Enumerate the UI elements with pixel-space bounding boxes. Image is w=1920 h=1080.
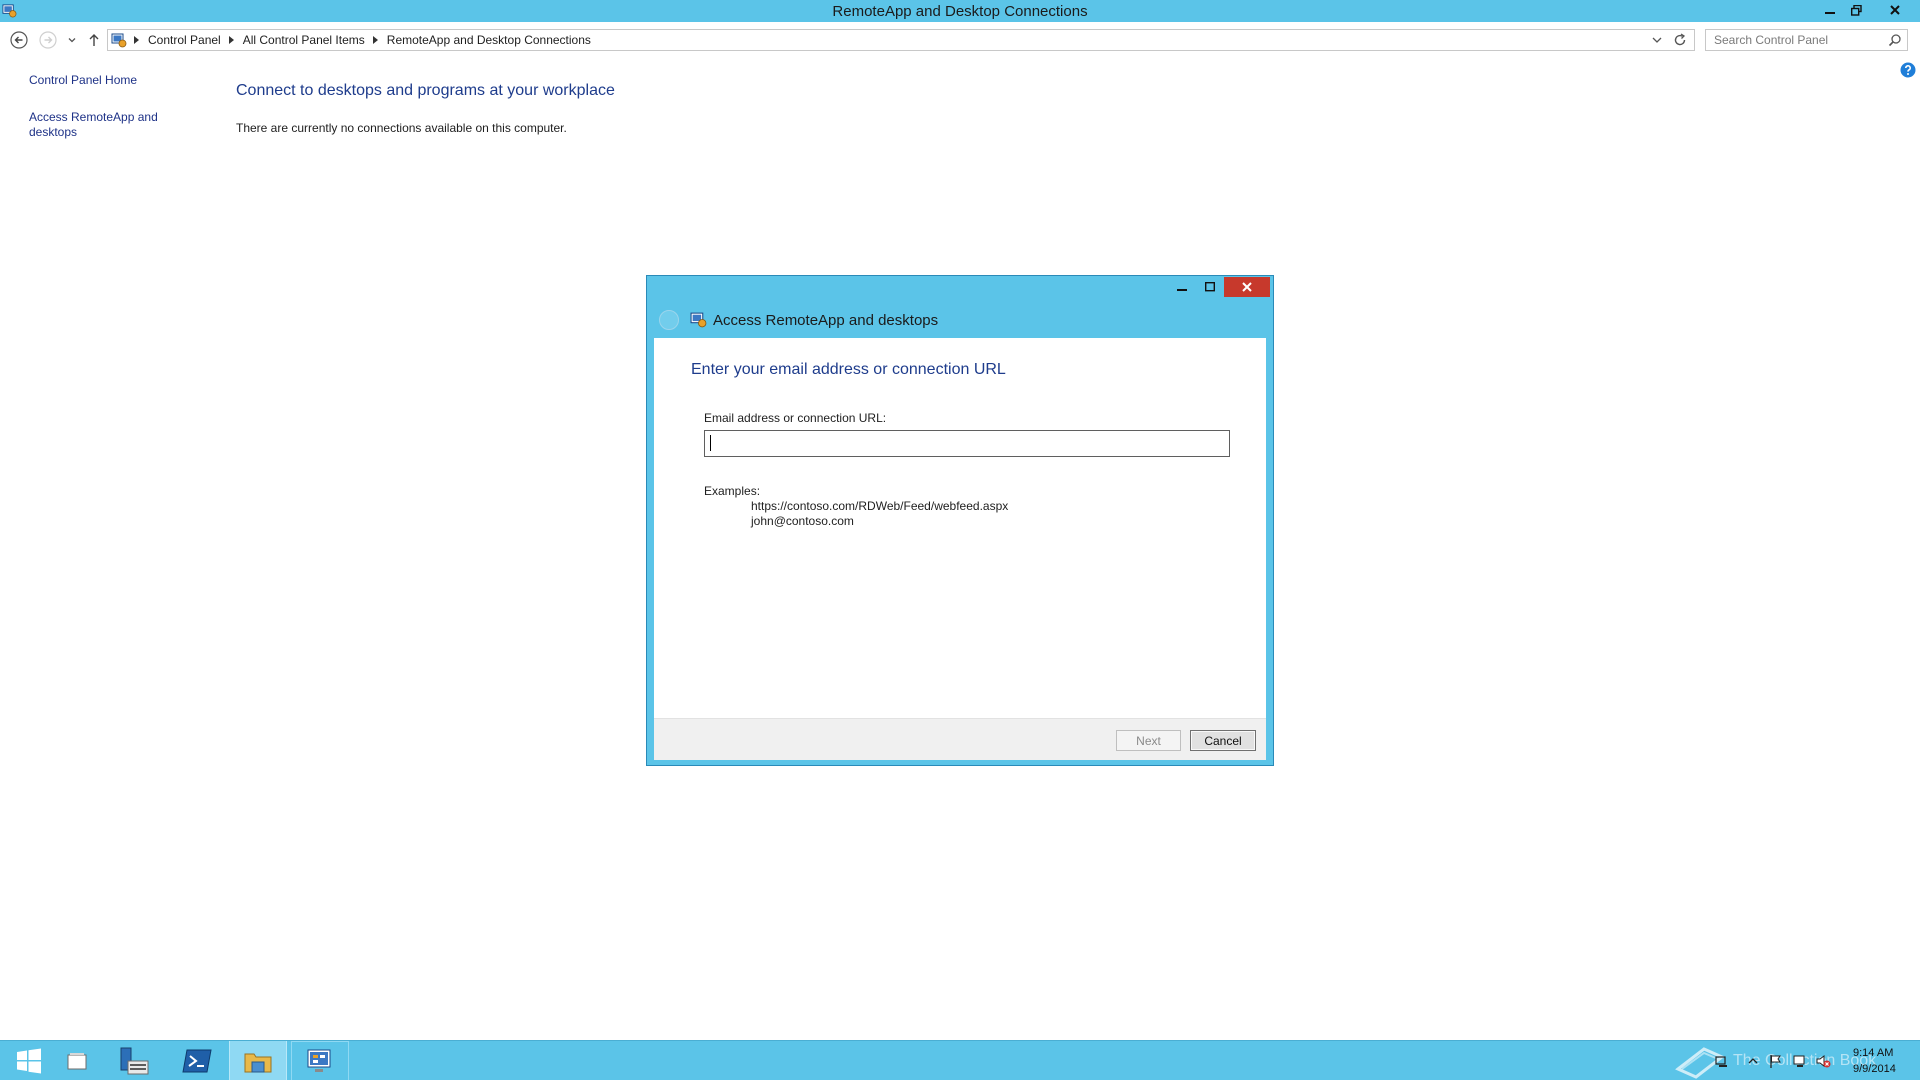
control-panel-icon [307, 1049, 331, 1072]
forward-button[interactable] [38, 30, 58, 50]
taskbar-task-view[interactable] [48, 1041, 106, 1080]
cancel-button[interactable]: Cancel [1190, 730, 1256, 751]
powershell-icon [182, 1049, 212, 1073]
windows-logo-icon [17, 1048, 41, 1074]
control-panel-home-link[interactable]: Control Panel Home [29, 73, 179, 88]
file-explorer-icon [67, 1053, 87, 1070]
up-button[interactable] [84, 30, 104, 50]
close-icon [1890, 5, 1900, 15]
email-url-input[interactable] [704, 430, 1230, 457]
chevron-down-icon[interactable] [1650, 33, 1664, 47]
maximize-icon [1204, 282, 1215, 292]
dialog-body: Enter your email address or connection U… [654, 338, 1266, 718]
address-bar[interactable]: Control Panel All Control Panel Items Re… [107, 29, 1695, 51]
examples-label: Examples: [704, 484, 761, 498]
breadcrumb-control-panel[interactable]: Control Panel [148, 33, 221, 47]
search-box[interactable] [1705, 29, 1908, 51]
breadcrumb: Control Panel All Control Panel Items Re… [134, 33, 591, 47]
window-title: RemoteApp and Desktop Connections [832, 3, 1088, 20]
flag-icon[interactable] [1768, 1053, 1784, 1069]
dialog-minimize-button[interactable] [1168, 277, 1195, 297]
network-icon[interactable] [1715, 1053, 1731, 1069]
minimize-button[interactable] [1816, 0, 1843, 20]
back-button[interactable] [9, 30, 29, 50]
left-pane: Control Panel Home Access RemoteApp and … [29, 73, 179, 140]
taskbar-server-manager[interactable] [106, 1041, 164, 1080]
taskbar: The Collection Book 9:14 AM 9/9/2014 [0, 1040, 1920, 1080]
dialog-maximize-button[interactable] [1196, 277, 1223, 297]
search-icon[interactable] [1888, 33, 1902, 47]
breadcrumb-separator[interactable] [228, 36, 234, 44]
restore-button[interactable] [1843, 0, 1870, 20]
example-email: john@contoso.com [751, 514, 854, 528]
remoteapp-icon [690, 312, 707, 328]
dialog-heading: Enter your email address or connection U… [691, 361, 1006, 378]
recent-locations-button[interactable] [62, 30, 82, 50]
window-titlebar: RemoteApp and Desktop Connections [0, 0, 1920, 22]
folder-icon [244, 1053, 272, 1073]
navigation-bar: Control Panel All Control Panel Items Re… [0, 26, 1920, 56]
next-button[interactable]: Next [1116, 730, 1181, 751]
forward-arrow-icon [39, 31, 57, 49]
up-arrow-icon [89, 34, 99, 46]
example-url: https://contoso.com/RDWeb/Feed/webfeed.a… [751, 499, 1009, 513]
help-icon[interactable] [1900, 62, 1916, 78]
minimize-icon [1176, 289, 1187, 291]
speaker-muted-icon[interactable] [1815, 1053, 1831, 1069]
breadcrumb-remoteapp[interactable]: RemoteApp and Desktop Connections [387, 33, 591, 47]
system-clock[interactable]: 9:14 AM 9/9/2014 [1853, 1045, 1896, 1077]
search-input[interactable] [1706, 30, 1881, 50]
close-button[interactable] [1880, 0, 1910, 20]
text-caret [710, 435, 711, 451]
refresh-icon[interactable] [1672, 32, 1688, 48]
network-status-icon[interactable] [1792, 1053, 1808, 1069]
dialog-back-button[interactable] [659, 310, 679, 330]
recent-dropdown-icon [68, 38, 76, 43]
breadcrumb-separator[interactable] [372, 36, 378, 44]
breadcrumb-all-items[interactable]: All Control Panel Items [243, 33, 365, 47]
clock-date: 9/9/2014 [1853, 1063, 1896, 1075]
control-panel-icon [111, 33, 127, 48]
taskbar-control-panel[interactable] [291, 1041, 349, 1080]
taskbar-powershell[interactable] [168, 1041, 226, 1080]
clock-time: 9:14 AM [1853, 1047, 1894, 1059]
breadcrumb-separator[interactable] [134, 36, 139, 44]
access-remoteapp-link[interactable]: Access RemoteApp and desktops [29, 110, 159, 140]
dialog-close-button[interactable] [1224, 277, 1270, 297]
chevron-up-icon[interactable] [1745, 1053, 1761, 1069]
minimize-icon [1824, 12, 1835, 14]
page-heading: Connect to desktops and programs at your… [236, 82, 615, 99]
dialog-title: Access RemoteApp and desktops [713, 312, 939, 329]
no-connections-text: There are currently no connections avail… [236, 121, 567, 135]
restore-icon [1851, 4, 1862, 16]
access-remoteapp-dialog: Access RemoteApp and desktops Enter your… [646, 275, 1274, 766]
email-url-label: Email address or connection URL: [704, 411, 887, 425]
taskbar-file-explorer[interactable] [229, 1041, 287, 1080]
back-arrow-icon [10, 31, 28, 49]
dialog-footer: Next Cancel [654, 718, 1266, 760]
server-manager-icon [120, 1047, 149, 1075]
close-icon [1242, 282, 1252, 292]
